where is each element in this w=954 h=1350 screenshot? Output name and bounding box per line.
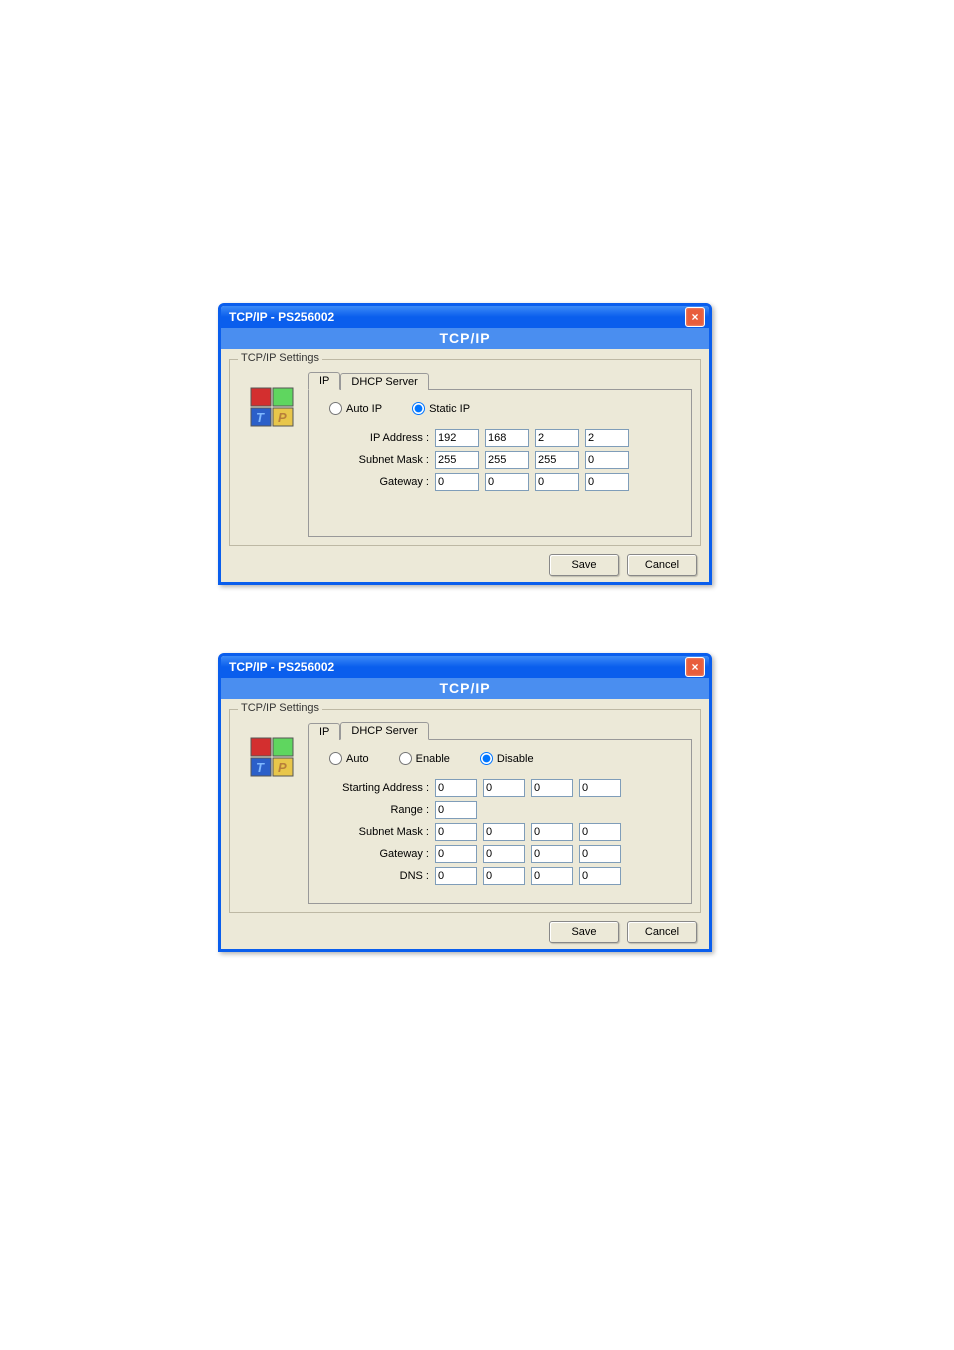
radio-enable-input[interactable] bbox=[399, 752, 412, 765]
gateway-octet-1[interactable] bbox=[435, 473, 479, 491]
close-icon: × bbox=[691, 660, 698, 674]
tab-panel-ip: Auto IP Static IP IP Address : bbox=[308, 389, 692, 537]
label-gateway: Gateway : bbox=[319, 848, 435, 860]
tab-strip: IP DHCP Server bbox=[308, 372, 692, 389]
subnet-octet-2[interactable] bbox=[483, 823, 525, 841]
radio-disable[interactable]: Disable bbox=[480, 752, 534, 765]
cancel-button[interactable]: Cancel bbox=[627, 921, 697, 943]
gateway-octet-1[interactable] bbox=[435, 845, 477, 863]
cancel-button[interactable]: Cancel bbox=[627, 554, 697, 576]
subnet-octet-4[interactable] bbox=[585, 451, 629, 469]
window-title: TCP/IP - PS256002 bbox=[229, 660, 334, 674]
titlebar[interactable]: TCP/IP - PS256002 × bbox=[221, 656, 709, 678]
ip-octet-4[interactable] bbox=[585, 429, 629, 447]
subnet-octet-3[interactable] bbox=[531, 823, 573, 841]
gateway-octet-2[interactable] bbox=[485, 473, 529, 491]
close-button[interactable]: × bbox=[685, 307, 705, 327]
svg-text:T: T bbox=[256, 410, 265, 425]
tcpip-dialog-ip: TCP/IP - PS256002 × TCP/IP TCP/IP Settin… bbox=[218, 303, 712, 585]
subnet-octet-1[interactable] bbox=[435, 451, 479, 469]
radio-auto-ip[interactable]: Auto IP bbox=[329, 402, 382, 415]
titlebar[interactable]: TCP/IP - PS256002 × bbox=[221, 306, 709, 328]
dns-octet-2[interactable] bbox=[483, 867, 525, 885]
close-icon: × bbox=[691, 310, 698, 324]
tab-dhcp-server[interactable]: DHCP Server bbox=[340, 373, 428, 390]
tab-strip: IP DHCP Server bbox=[308, 722, 692, 739]
tcpip-settings-group: TCP/IP Settings T P IP DHCP Serve bbox=[229, 709, 701, 913]
subnet-octet-4[interactable] bbox=[579, 823, 621, 841]
ip-octet-1[interactable] bbox=[435, 429, 479, 447]
label-ip-address: IP Address : bbox=[319, 432, 435, 444]
radio-auto-label: Auto bbox=[346, 753, 369, 765]
svg-text:T: T bbox=[256, 760, 265, 775]
tcpip-logo-icon: T P bbox=[249, 736, 297, 780]
window-title: TCP/IP - PS256002 bbox=[229, 310, 334, 324]
radio-enable[interactable]: Enable bbox=[399, 752, 450, 765]
tab-dhcp-server[interactable]: DHCP Server bbox=[340, 722, 428, 740]
ip-octet-2[interactable] bbox=[485, 429, 529, 447]
section-header: TCP/IP bbox=[221, 328, 709, 349]
starting-octet-1[interactable] bbox=[435, 779, 477, 797]
label-starting-address: Starting Address : bbox=[319, 782, 435, 794]
label-gateway: Gateway : bbox=[319, 476, 435, 488]
radio-auto[interactable]: Auto bbox=[329, 752, 369, 765]
tcpip-dialog-dhcp: TCP/IP - PS256002 × TCP/IP TCP/IP Settin… bbox=[218, 653, 712, 952]
radio-auto-ip-input[interactable] bbox=[329, 402, 342, 415]
tab-ip[interactable]: IP bbox=[308, 723, 340, 740]
gateway-octet-2[interactable] bbox=[483, 845, 525, 863]
dialog-body: TCP/IP Settings T P IP DHCP Serve bbox=[221, 349, 709, 582]
radio-disable-label: Disable bbox=[497, 753, 534, 765]
starting-octet-4[interactable] bbox=[579, 779, 621, 797]
tab-ip[interactable]: IP bbox=[308, 372, 340, 390]
section-header: TCP/IP bbox=[221, 678, 709, 699]
save-button[interactable]: Save bbox=[549, 554, 619, 576]
radio-enable-label: Enable bbox=[416, 753, 450, 765]
group-legend: TCP/IP Settings bbox=[238, 702, 322, 714]
label-subnet-mask: Subnet Mask : bbox=[319, 454, 435, 466]
save-button[interactable]: Save bbox=[549, 921, 619, 943]
tcpip-logo-icon: T P bbox=[249, 386, 297, 430]
tcp-icon-block: T P bbox=[238, 722, 308, 780]
gateway-octet-4[interactable] bbox=[579, 845, 621, 863]
starting-octet-3[interactable] bbox=[531, 779, 573, 797]
close-button[interactable]: × bbox=[685, 657, 705, 677]
dns-octet-1[interactable] bbox=[435, 867, 477, 885]
radio-auto-ip-label: Auto IP bbox=[346, 403, 382, 415]
label-range: Range : bbox=[319, 804, 435, 816]
gateway-octet-3[interactable] bbox=[531, 845, 573, 863]
svg-text:P: P bbox=[278, 760, 287, 775]
tab-panel-dhcp: Auto Enable Disable bbox=[308, 739, 692, 904]
subnet-octet-3[interactable] bbox=[535, 451, 579, 469]
radio-static-ip-label: Static IP bbox=[429, 403, 470, 415]
svg-text:P: P bbox=[278, 410, 287, 425]
starting-octet-2[interactable] bbox=[483, 779, 525, 797]
label-dns: DNS : bbox=[319, 870, 435, 882]
dialog-body: TCP/IP Settings T P IP DHCP Serve bbox=[221, 699, 709, 949]
ip-octet-3[interactable] bbox=[535, 429, 579, 447]
tcp-icon-block: T P bbox=[238, 372, 308, 430]
radio-disable-input[interactable] bbox=[480, 752, 493, 765]
dns-octet-4[interactable] bbox=[579, 867, 621, 885]
radio-static-ip-input[interactable] bbox=[412, 402, 425, 415]
subnet-octet-2[interactable] bbox=[485, 451, 529, 469]
label-subnet-mask: Subnet Mask : bbox=[319, 826, 435, 838]
range-input[interactable] bbox=[435, 801, 477, 819]
gateway-octet-4[interactable] bbox=[585, 473, 629, 491]
group-legend: TCP/IP Settings bbox=[238, 352, 322, 364]
gateway-octet-3[interactable] bbox=[535, 473, 579, 491]
dns-octet-3[interactable] bbox=[531, 867, 573, 885]
radio-auto-input[interactable] bbox=[329, 752, 342, 765]
radio-static-ip[interactable]: Static IP bbox=[412, 402, 470, 415]
tcpip-settings-group: TCP/IP Settings T P IP DHCP Serve bbox=[229, 359, 701, 546]
subnet-octet-1[interactable] bbox=[435, 823, 477, 841]
